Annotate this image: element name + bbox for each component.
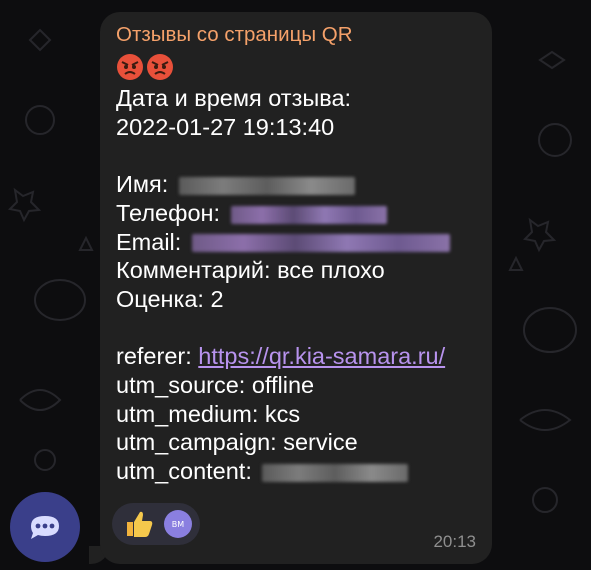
angry-face-icon [147, 54, 173, 80]
redacted-name [178, 176, 355, 195]
phone-line: Телефон: [116, 199, 486, 228]
sender-name[interactable]: Отзывы со страницы QR [116, 22, 486, 48]
utm-content-line: utm_content: [116, 457, 486, 486]
redacted-utm-content [262, 463, 409, 482]
emoji-row [116, 52, 486, 82]
phone-label: Телефон: [116, 199, 221, 226]
email-label: Email: [116, 228, 182, 255]
name-line: Имя: [116, 170, 486, 199]
reaction-chip[interactable]: BM [112, 503, 200, 545]
message-time: 20:13 [433, 532, 476, 551]
datetime-value: 2022-01-27 19:13:40 [116, 113, 335, 140]
referer-link[interactable]: https://qr.kia-samara.ru/ [198, 343, 445, 369]
utm-content-label: utm_content: [116, 458, 252, 485]
utm-source-line: utm_source: offline [116, 372, 315, 398]
utm-medium-line: utm_medium: kcs [116, 400, 301, 427]
redacted-phone[interactable] [230, 205, 387, 224]
utm-campaign-line: utm_campaign: service [116, 429, 358, 456]
message-bubble[interactable]: Отзывы со страницы QR Дата и время отзыв… [100, 12, 492, 564]
email-line: Email: [116, 228, 486, 257]
name-label: Имя: [116, 171, 169, 198]
comment-line: Комментарий: все плохо [116, 257, 385, 284]
referer-line: referer: https://qr.kia-samara.ru/ [116, 342, 486, 371]
bot-avatar[interactable] [10, 492, 80, 562]
chat-bubble-icon [31, 516, 59, 539]
message-body: Отзывы со страницы QR Дата и время отзыв… [116, 22, 486, 486]
thumbs-up-icon [122, 507, 156, 541]
angry-face-icon [117, 54, 143, 80]
rating-line: Оценка: 2 [116, 285, 224, 312]
datetime-label: Дата и время отзыва: [116, 85, 352, 111]
reaction-user-avatar[interactable]: BM [164, 510, 192, 538]
referer-label: referer: [116, 343, 199, 370]
redacted-email[interactable] [191, 234, 450, 253]
